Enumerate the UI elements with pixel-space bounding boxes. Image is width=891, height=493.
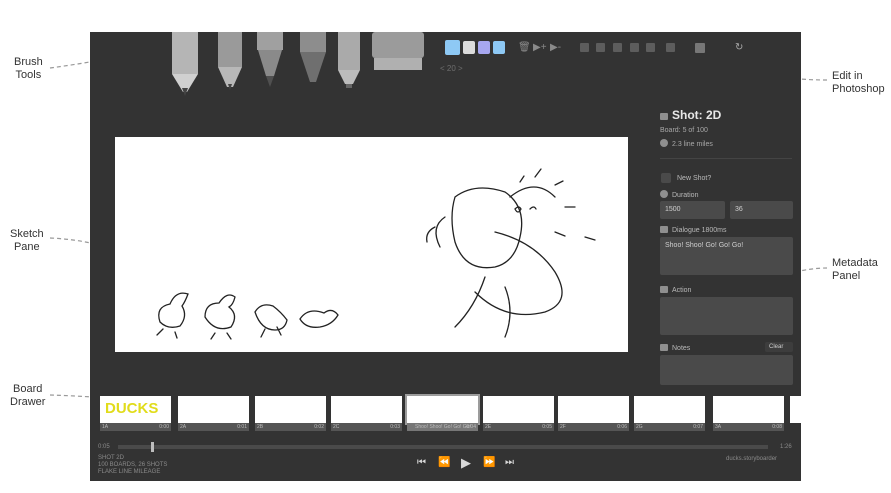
duration-frames-field[interactable]: 36: [730, 201, 793, 219]
board-bar-3: 2B 0:02: [255, 423, 326, 431]
board-bar-1: 1A 0:00: [100, 423, 171, 431]
fast-forward-icon[interactable]: ⏩: [483, 457, 495, 468]
callout-edit-in-photoshop: Edit in Photoshop: [832, 70, 885, 95]
board-thumb-6[interactable]: [483, 396, 554, 423]
duration-ms-field[interactable]: 1500: [660, 201, 725, 219]
pencil-brush[interactable]: [172, 32, 198, 96]
ink-brush[interactable]: [300, 32, 326, 82]
board-drawer[interactable]: DUCKS 1A 0:00 2A 0:01 2B 0:02 2C 0:03 Shoo! …: [90, 392, 801, 436]
project-url: ducks.storyboarder: [726, 456, 778, 462]
board-thumb-10[interactable]: [790, 396, 801, 423]
action-field[interactable]: [660, 297, 793, 335]
board-bar-2: 2A 0:01: [178, 423, 249, 431]
line-miles: 2.3 line miles: [660, 139, 713, 148]
divider: [660, 158, 792, 159]
dialogue-label: Dialogue 1800ms: [660, 226, 726, 234]
board-thumb-7[interactable]: [558, 396, 629, 423]
layout-icon-3[interactable]: [613, 43, 622, 52]
dialogue-field[interactable]: Shoo! Shoo! Go! Go! Go!: [660, 237, 793, 275]
layout-icon-2[interactable]: [596, 43, 605, 52]
mileage-icon: [660, 139, 668, 147]
board-thumb-2[interactable]: [178, 396, 249, 423]
board-bar-6: 2E 0:05: [483, 423, 554, 431]
board-count: Board: 5 of 100: [660, 127, 708, 134]
refresh-icon[interactable]: ↻: [735, 42, 743, 54]
shot-info-line2: 100 BOARDS, 26 SHOTS: [98, 462, 168, 468]
new-shot-checkbox[interactable]: [661, 173, 671, 183]
color-swatch-3[interactable]: [478, 41, 490, 54]
shot-title-text: Shot: 2D: [672, 108, 722, 122]
timeline-playhead[interactable]: [151, 442, 154, 452]
notes-icon: [660, 344, 668, 351]
page-indicator[interactable]: < 20 >: [440, 64, 463, 73]
callout-sketch-pane: Sketch Pane: [10, 228, 44, 253]
board-bar-5: Shoo! Shoo! Go! Go! Go! 0:04: [407, 423, 478, 431]
board-thumb-4[interactable]: [331, 396, 402, 423]
sketch-pane[interactable]: [115, 137, 628, 352]
new-shot-label: New Shot?: [677, 175, 712, 182]
action-label: Action: [660, 286, 691, 294]
marker-brush[interactable]: [338, 32, 360, 88]
film-icon: [660, 113, 668, 120]
add-pointer-icon[interactable]: ▶+: [533, 42, 547, 54]
shot-info-line3: FLAKE LINE MILEAGE: [98, 469, 161, 475]
photoshop-icon[interactable]: [695, 43, 705, 53]
notes-field[interactable]: [660, 355, 793, 385]
layers-icon[interactable]: [630, 43, 639, 52]
storyboarder-app: < 20 > 🗑 ▶+ ▶- ↻ Shot: 2D Board: 5 of 10…: [90, 32, 801, 481]
settings-icon[interactable]: [646, 43, 655, 52]
shot-title: Shot: 2D: [660, 108, 721, 122]
shot-info-line1: SHOT 2D: [98, 455, 124, 461]
callout-board-drawer: Board Drawer: [10, 383, 46, 408]
sketch-drawing: [156, 168, 596, 340]
board-thumb-3[interactable]: [255, 396, 326, 423]
eraser-brush[interactable]: [372, 32, 424, 70]
board-bar-9: 3A 0:08: [713, 423, 784, 431]
trash-icon[interactable]: 🗑: [518, 42, 531, 54]
brush-tools[interactable]: [160, 32, 430, 98]
ducks-title: DUCKS: [105, 400, 159, 417]
export-icon[interactable]: [666, 43, 675, 52]
skip-forward-icon[interactable]: ⏭: [505, 457, 514, 468]
board-thumb-1[interactable]: DUCKS: [100, 396, 171, 423]
timeline-end: 1:26: [780, 444, 792, 450]
pen-brush[interactable]: [257, 32, 283, 87]
color-swatch-2[interactable]: [463, 41, 475, 54]
clock-icon: [660, 190, 668, 198]
light-pencil-brush[interactable]: [218, 32, 242, 90]
clear-button[interactable]: Clear: [765, 342, 793, 352]
board-thumb-8[interactable]: [634, 396, 705, 423]
color-swatch-4[interactable]: [493, 41, 505, 54]
timeline-start: 0:05: [98, 444, 110, 450]
layout-icon-1[interactable]: [580, 43, 589, 52]
callout-brush-tools: Brush Tools: [14, 56, 43, 81]
lightning-icon: [660, 286, 668, 293]
rewind-icon[interactable]: ⏪: [438, 457, 450, 468]
duration-label: Duration: [660, 190, 698, 199]
color-swatch-1[interactable]: [445, 40, 460, 55]
speech-icon: [660, 226, 668, 233]
board-bar-4: 2C 0:03: [331, 423, 402, 431]
board-bar-7: 2F 0:06: [558, 423, 629, 431]
timeline-scrubber[interactable]: [118, 442, 768, 452]
remove-pointer-icon[interactable]: ▶-: [550, 42, 561, 54]
callout-metadata-panel: Metadata Panel: [832, 257, 878, 282]
board-thumb-5[interactable]: [405, 394, 480, 425]
board-bar-8: 2G 0:07: [634, 423, 705, 431]
notes-label: Notes: [660, 344, 690, 352]
play-icon[interactable]: ▶: [461, 455, 471, 471]
board-thumb-9[interactable]: [713, 396, 784, 423]
skip-back-icon[interactable]: ⏮: [417, 457, 426, 468]
